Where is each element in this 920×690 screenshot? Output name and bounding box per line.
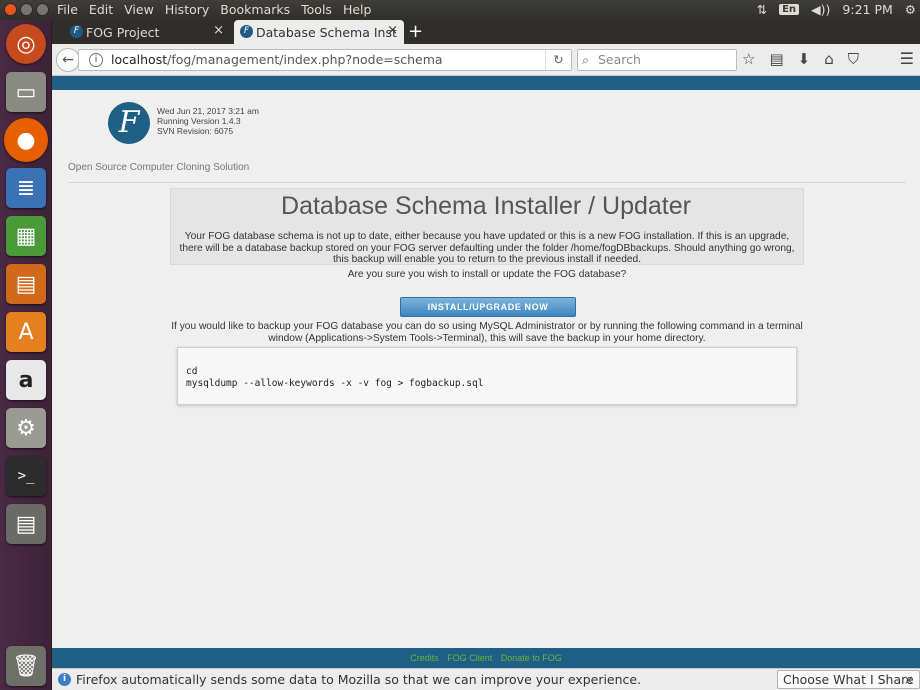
page-title: Database Schema Installer / Updater <box>281 192 691 220</box>
notification-message: Firefox automatically sends some data to… <box>76 672 642 687</box>
disk-icon[interactable]: ▤ <box>6 504 46 544</box>
impress-icon[interactable]: ▤ <box>6 264 46 304</box>
schema-intro-text: Your FOG database schema is not up to da… <box>179 231 795 265</box>
info-icon: i <box>58 673 71 686</box>
window-controls <box>4 3 49 16</box>
tab-fog-project[interactable]: F FOG Project × <box>64 20 230 44</box>
menu-bookmarks[interactable]: Bookmarks <box>220 2 290 17</box>
amazon-icon[interactable]: a <box>6 360 46 400</box>
window-minimize-button[interactable] <box>20 3 33 16</box>
footer-link-credits[interactable]: Credits <box>410 653 439 663</box>
keyboard-layout-indicator[interactable]: En <box>779 4 800 15</box>
url-path: /fog/management/index.php?node=schema <box>167 52 443 67</box>
page-content: F Wed Jun 21, 2017 3:21 am Running Versi… <box>52 76 920 668</box>
search-placeholder: Search <box>598 52 641 67</box>
downloads-icon[interactable]: ⬇ <box>798 50 811 68</box>
search-icon: ⌕ <box>582 52 590 67</box>
menu-view[interactable]: View <box>124 2 154 17</box>
choose-what-i-share-button[interactable]: Choose What I Share <box>777 670 920 689</box>
back-button[interactable]: ← <box>56 48 80 72</box>
settings-gear-icon[interactable]: ⚙ <box>905 2 916 17</box>
toolbar-icons: ☆ ▤ ⬇ ⌂ ⛉ <box>742 50 859 68</box>
reload-icon[interactable]: ↻ <box>545 50 571 70</box>
footer-link-fog-client[interactable]: FOG Client <box>447 653 492 663</box>
url-host: localhost <box>111 52 168 67</box>
version-info: Wed Jun 21, 2017 3:21 am Running Version… <box>157 106 259 136</box>
install-upgrade-label: Install/Upgrade Now <box>427 302 549 312</box>
footer-link-donate[interactable]: Donate to FOG <box>501 653 562 663</box>
calc-icon[interactable]: ▦ <box>6 216 46 256</box>
menu-file[interactable]: File <box>57 2 78 17</box>
code-line: cd <box>186 366 198 377</box>
clock[interactable]: 9:21 PM <box>842 2 892 17</box>
site-info-icon[interactable]: i <box>89 53 103 67</box>
code-line: mysqldump --allow-keywords -x -v fog > f… <box>186 377 484 389</box>
trash-icon[interactable]: 🗑 <box>6 646 46 686</box>
menu-tools[interactable]: Tools <box>301 2 332 17</box>
server-date: Wed Jun 21, 2017 3:21 am <box>157 106 259 116</box>
running-version: Running Version 1.4.3 <box>157 116 241 126</box>
navigation-bar: ← i localhost/fog/management/index.php?n… <box>52 44 920 76</box>
pocket-icon[interactable]: ⛉ <box>848 50 859 68</box>
svn-revision: SVN Revision: 6075 <box>157 126 234 136</box>
tab-label: FOG Project <box>86 24 160 40</box>
tab-bar: F FOG Project × F Database Schema Inst ×… <box>52 20 920 44</box>
search-input[interactable]: ⌕ Search <box>577 49 737 71</box>
divider <box>68 182 906 183</box>
notification-bar: i Firefox automatically sends some data … <box>52 668 920 690</box>
system-settings-icon[interactable]: ⚙ <box>6 408 46 448</box>
software-center-icon[interactable]: A <box>6 312 46 352</box>
ubuntu-dash-icon[interactable]: ◎ <box>6 24 46 64</box>
new-tab-icon[interactable]: + <box>408 21 423 42</box>
system-indicators: ⇅ En ◀)) 9:21 PM ⚙ <box>757 2 916 17</box>
hamburger-menu-icon[interactable]: ☰ <box>900 49 914 68</box>
writer-icon[interactable]: ≣ <box>6 168 46 208</box>
window-close-button[interactable] <box>4 3 17 16</box>
unity-launcher: ◎ ▭ ● ≣ ▦ ▤ A a ⚙ >_ ▤ 🗑 <box>0 20 52 690</box>
tab-label: Database Schema Inst <box>256 24 397 40</box>
bookmark-star-icon[interactable]: ☆ <box>742 50 755 68</box>
files-icon[interactable]: ▭ <box>6 72 46 112</box>
fog-favicon-icon: F <box>240 25 253 38</box>
menu-edit[interactable]: Edit <box>89 2 113 17</box>
install-upgrade-button[interactable]: Install/Upgrade Now <box>400 297 576 317</box>
tab-close-icon[interactable]: × <box>387 23 398 38</box>
page-header-bar <box>52 76 920 90</box>
tagline: Open Source Computer Cloning Solution <box>68 162 250 173</box>
page-footer: Credits FOG Client Donate to FOG <box>52 648 920 668</box>
volume-icon[interactable]: ◀)) <box>811 2 830 17</box>
url-bar[interactable]: i localhost/fog/management/index.php?nod… <box>78 49 572 71</box>
fog-logo[interactable]: F <box>108 102 150 144</box>
backup-command-box: cd mysqldump --allow-keywords -x -v fog … <box>177 347 797 405</box>
firefox-icon[interactable]: ● <box>4 118 48 162</box>
tab-database-schema[interactable]: F Database Schema Inst × <box>234 20 404 44</box>
top-panel: File Edit View History Bookmarks Tools H… <box>0 0 920 20</box>
reading-list-icon[interactable]: ▤ <box>769 50 783 68</box>
network-icon[interactable]: ⇅ <box>757 2 767 17</box>
notification-close-icon[interactable]: × <box>904 669 914 690</box>
tab-close-icon[interactable]: × <box>213 23 224 38</box>
confirm-question: Are you sure you wish to install or upda… <box>347 269 627 280</box>
terminal-icon[interactable]: >_ <box>6 456 46 496</box>
window-maximize-button[interactable] <box>36 3 49 16</box>
fog-favicon-icon: F <box>70 25 83 38</box>
app-menubar: File Edit View History Bookmarks Tools H… <box>57 2 371 17</box>
backup-note: If you would like to backup your FOG dat… <box>171 321 803 344</box>
home-icon[interactable]: ⌂ <box>824 50 834 68</box>
menu-history[interactable]: History <box>165 2 209 17</box>
menu-help[interactable]: Help <box>343 2 372 17</box>
